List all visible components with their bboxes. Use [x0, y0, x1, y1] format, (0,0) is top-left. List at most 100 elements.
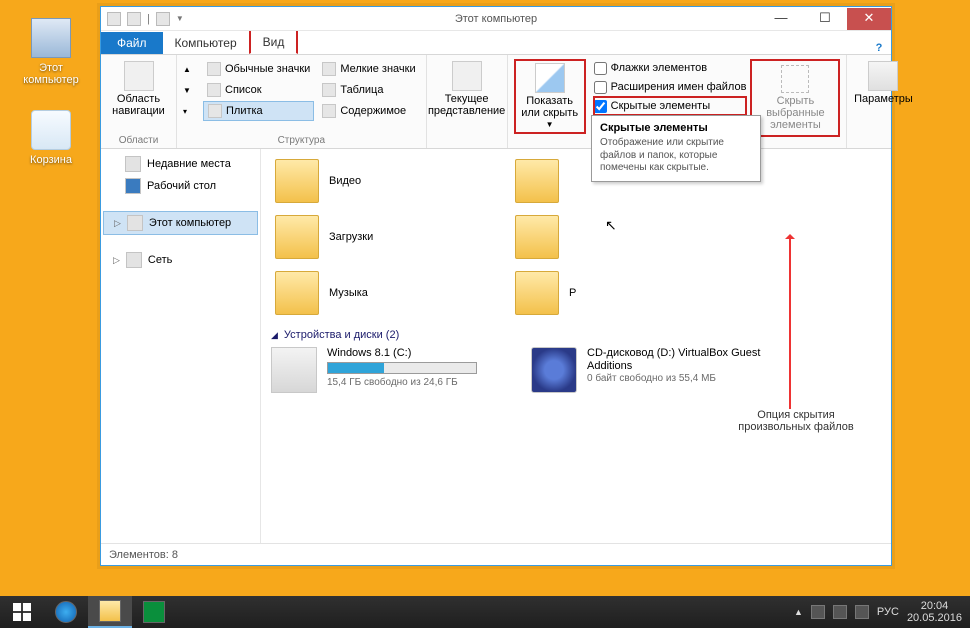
- tab-view[interactable]: Вид: [249, 29, 299, 54]
- content-icon: [322, 104, 336, 118]
- checkbox-file-ext[interactable]: Расширения имен файлов: [594, 78, 747, 96]
- tooltip: Скрытые элементы Отображение или скрытие…: [591, 115, 761, 182]
- options-button[interactable]: Параметры: [853, 59, 913, 107]
- layout-small-icons[interactable]: Мелкие значки: [318, 59, 419, 79]
- layout-content[interactable]: Содержимое: [318, 101, 419, 121]
- drive-icon: [271, 347, 317, 393]
- desktop-icon: [125, 178, 141, 194]
- hide-selected-button[interactable]: Скрыть выбранные элементы: [750, 59, 840, 137]
- layout-tiles[interactable]: Плитка: [203, 101, 314, 121]
- checkbox-ext[interactable]: [594, 81, 607, 94]
- computer-icon: [31, 18, 71, 58]
- expand-icon[interactable]: ▷: [114, 218, 121, 229]
- checkbox-flags[interactable]: [594, 62, 607, 75]
- checkbox-hidden-items[interactable]: Скрытые элементы: [594, 97, 747, 115]
- current-view-button[interactable]: Текущее представление: [433, 59, 501, 119]
- cursor-icon: ↖: [605, 217, 617, 234]
- group-caption: [433, 144, 501, 146]
- table-icon: [322, 83, 336, 97]
- options-icon: [868, 61, 898, 91]
- network-icon: [126, 252, 142, 268]
- layout-scroll-down[interactable]: ▼: [183, 80, 199, 100]
- desktop-icon-this-pc[interactable]: Этот компьютер: [16, 18, 86, 86]
- ribbon-group-options: Параметры: [847, 55, 917, 148]
- tray-expand-icon[interactable]: ▲: [794, 607, 803, 617]
- ribbon: Область навигации Области ▲ ▼ ▾ Обычные …: [101, 55, 891, 149]
- nav-recent[interactable]: Недавние места: [103, 153, 258, 175]
- desktop-icon-label: Корзина: [16, 154, 86, 166]
- layout-normal-icons[interactable]: Обычные значки: [203, 59, 314, 79]
- clock[interactable]: 20:04 20.05.2016: [907, 600, 962, 624]
- folder-item[interactable]: [511, 209, 751, 265]
- maximize-button[interactable]: ☐: [803, 8, 847, 30]
- drive-d[interactable]: CD-дисковод (D:) VirtualBox Guest Additi…: [531, 347, 771, 393]
- qat-icon[interactable]: [107, 12, 121, 26]
- computer-icon: [127, 215, 143, 231]
- ribbon-group-layout: ▲ ▼ ▾ Обычные значки Список Плитка Мелки…: [177, 55, 427, 148]
- nav-pane-button[interactable]: Область навигации: [107, 59, 170, 119]
- nav-desktop[interactable]: Рабочий стол: [103, 175, 258, 197]
- qat-dropdown-icon[interactable]: ▼: [176, 14, 184, 23]
- drive-c[interactable]: Windows 8.1 (C:) 15,4 ГБ свободно из 24,…: [271, 347, 511, 393]
- hide-selected-label: Скрыть выбранные элементы: [756, 95, 834, 131]
- drive-name: CD-дисковод (D:) VirtualBox Guest Additi…: [587, 347, 771, 373]
- collapse-icon[interactable]: ◢: [271, 330, 278, 341]
- folder-downloads[interactable]: Загрузки: [271, 209, 511, 265]
- layout-scroll-up[interactable]: ▲: [183, 59, 199, 79]
- system-tray: ▲ РУС 20:04 20.05.2016: [786, 600, 970, 624]
- explorer-body: Недавние места Рабочий стол ▷Этот компью…: [101, 149, 891, 543]
- tab-file[interactable]: Файл: [101, 32, 163, 54]
- show-hide-icon: [535, 63, 565, 93]
- group-caption: Структура: [183, 133, 420, 146]
- tooltip-desc: Отображение или скрытие файлов и папок, …: [600, 137, 752, 175]
- ribbon-group-current-view: Текущее представление: [427, 55, 508, 148]
- qat-icon[interactable]: [127, 12, 141, 26]
- taskbar-explorer[interactable]: [88, 596, 132, 628]
- network-tray-icon[interactable]: [833, 605, 847, 619]
- nav-pane-label: Область навигации: [109, 93, 168, 117]
- tooltip-title: Скрытые элементы: [600, 122, 752, 134]
- volume-icon[interactable]: [855, 605, 869, 619]
- group-caption: [853, 144, 911, 146]
- layout-table[interactable]: Таблица: [318, 80, 419, 100]
- qat-icon[interactable]: [156, 12, 170, 26]
- language-indicator[interactable]: РУС: [877, 606, 899, 618]
- layout-list[interactable]: Список: [203, 80, 314, 100]
- recycle-icon: [31, 110, 71, 150]
- close-button[interactable]: ✕: [847, 8, 891, 30]
- folder-icon: [515, 271, 559, 315]
- nav-network[interactable]: ▷Сеть: [103, 249, 258, 271]
- flag-icon[interactable]: [811, 605, 825, 619]
- explorer-window: | ▼ Этот компьютер — ☐ ✕ Файл Компьютер …: [100, 6, 892, 566]
- minimize-button[interactable]: —: [759, 8, 803, 30]
- folder-item[interactable]: Р: [511, 265, 751, 321]
- ribbon-tabs: Файл Компьютер Вид ?: [101, 31, 891, 55]
- content-pane[interactable]: Видео Загрузки Музыка Р ◢ Устройства и д…: [261, 149, 891, 543]
- folder-video[interactable]: Видео: [271, 153, 511, 209]
- clock-time: 20:04: [907, 600, 962, 612]
- start-button[interactable]: [0, 596, 44, 628]
- tiles-icon: [208, 104, 222, 118]
- expand-icon[interactable]: ▷: [113, 255, 120, 266]
- taskbar-store[interactable]: [132, 596, 176, 628]
- titlebar[interactable]: | ▼ Этот компьютер — ☐ ✕: [101, 7, 891, 31]
- folder-music[interactable]: Музыка: [271, 265, 511, 321]
- tab-computer[interactable]: Компьютер: [163, 32, 249, 54]
- drive-subtext: 15,4 ГБ свободно из 24,6 ГБ: [327, 377, 511, 388]
- nav-this-pc[interactable]: ▷Этот компьютер: [103, 211, 258, 235]
- drive-name: Windows 8.1 (C:): [327, 347, 511, 359]
- taskbar: ▲ РУС 20:04 20.05.2016: [0, 596, 970, 628]
- show-hide-button[interactable]: Показать или скрыть ▼: [514, 59, 586, 134]
- taskbar-ie[interactable]: [44, 596, 88, 628]
- checkbox-item-flags[interactable]: Флажки элементов: [594, 59, 747, 77]
- folder-icon: [99, 600, 121, 622]
- help-button[interactable]: ?: [867, 42, 891, 54]
- list-icon: [207, 83, 221, 97]
- desktop-icon-recycle[interactable]: Корзина: [16, 110, 86, 166]
- store-icon: [143, 601, 165, 623]
- qat-separator: |: [147, 13, 150, 25]
- status-text: Элементов: 8: [109, 549, 178, 561]
- checkbox-hidden[interactable]: [594, 100, 607, 113]
- current-view-label: Текущее представление: [428, 93, 505, 117]
- layout-expand[interactable]: ▾: [183, 101, 199, 121]
